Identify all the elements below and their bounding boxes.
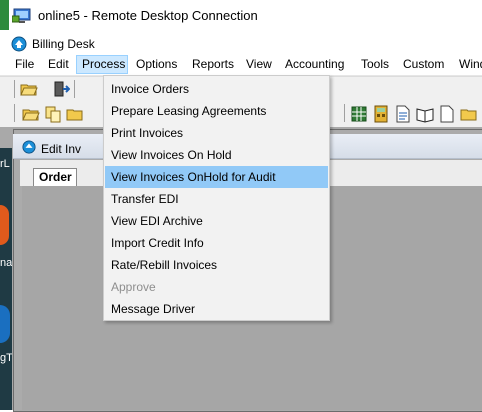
book-icon[interactable] — [416, 105, 434, 123]
menu-item-print-invoices[interactable]: Print Invoices — [105, 122, 328, 144]
toolbar-separator — [14, 80, 15, 98]
toolbar-separator — [344, 104, 345, 122]
menu-item-transfer-edi[interactable]: Transfer EDI — [105, 188, 328, 210]
menu-bar: File Edit Process Options Reports View A… — [0, 55, 482, 76]
copy-pages-icon[interactable] — [44, 105, 62, 123]
remote-desktop-icon — [12, 8, 31, 23]
desktop-edge-label: na — [0, 257, 12, 269]
spreadsheet-icon[interactable] — [350, 105, 368, 123]
rdp-window-title: online5 - Remote Desktop Connection — [38, 8, 258, 23]
menu-item-view-invoices-on-hold[interactable]: View Invoices On Hold — [105, 144, 328, 166]
toolbar-separator — [14, 104, 15, 122]
folder-icon[interactable] — [460, 105, 478, 123]
menu-item-invoice-orders[interactable]: Invoice Orders — [105, 78, 328, 100]
desktop-edge-blue — [0, 305, 10, 343]
menu-item-message-driver[interactable]: Message Driver — [105, 298, 328, 320]
calculator-icon[interactable] — [372, 105, 390, 123]
folder-icon[interactable] — [66, 105, 84, 123]
toolbar-separator — [74, 80, 75, 98]
menu-item-rate-rebill-invoices[interactable]: Rate/Rebill Invoices — [105, 254, 328, 276]
billing-desk-icon — [11, 36, 27, 52]
menu-tools[interactable]: Tools — [361, 55, 389, 74]
menu-custom[interactable]: Custom — [403, 55, 444, 74]
exit-door-icon[interactable] — [52, 80, 70, 98]
menu-item-view-edi-archive[interactable]: View EDI Archive — [105, 210, 328, 232]
billing-desk-icon — [22, 140, 36, 154]
desktop-edge-label: rL — [0, 158, 10, 170]
desktop-edge-orange — [0, 205, 9, 245]
desktop-edge-label: gT — [0, 352, 12, 364]
process-menu-dropdown: Invoice Orders Prepare Leasing Agreement… — [103, 75, 330, 321]
desktop-edge-green — [0, 0, 9, 30]
menu-accounting[interactable]: Accounting — [285, 55, 344, 74]
document-icon[interactable] — [394, 105, 412, 123]
menu-item-approve: Approve — [111, 280, 156, 294]
open-folder-icon[interactable] — [20, 80, 38, 98]
menu-item-prepare-leasing-agreements[interactable]: Prepare Leasing Agreements — [105, 100, 328, 122]
tab-order[interactable]: Order — [33, 168, 77, 186]
open-folder-icon[interactable] — [22, 105, 40, 123]
menu-item-view-invoices-onhold-audit[interactable]: View Invoices OnHold for Audit — [105, 166, 328, 188]
menu-edit[interactable]: Edit — [48, 55, 69, 74]
menu-window[interactable]: Wind — [459, 55, 482, 74]
menu-view[interactable]: View — [246, 55, 272, 74]
page-icon[interactable] — [438, 105, 456, 123]
app-window-title: Billing Desk — [32, 37, 95, 51]
menu-process[interactable]: Process — [76, 55, 128, 74]
menu-file[interactable]: File — [15, 55, 34, 74]
menu-reports[interactable]: Reports — [192, 55, 234, 74]
menu-item-import-credit-info[interactable]: Import Credit Info — [105, 232, 328, 254]
desktop-edge-strip — [0, 148, 12, 410]
menu-options[interactable]: Options — [136, 55, 177, 74]
edit-invoice-title: Edit Inv — [41, 142, 82, 156]
